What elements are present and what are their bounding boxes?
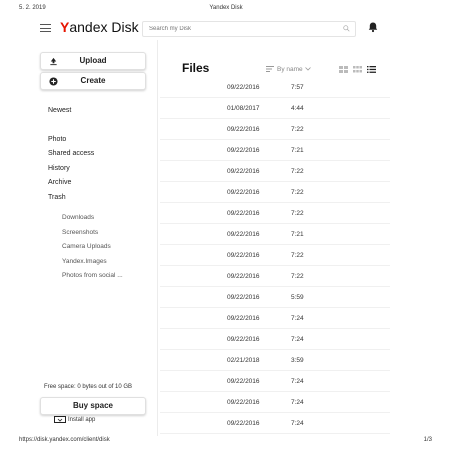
file-row[interactable]: 02/21/2018 3:59 — [160, 350, 390, 371]
file-date: 09/22/2016 — [227, 399, 260, 406]
install-app-link[interactable]: Install app — [54, 416, 95, 423]
folder-screenshots[interactable]: Screenshots — [62, 229, 98, 236]
nav-trash[interactable]: Trash — [48, 194, 66, 201]
file-date: 09/22/2016 — [227, 273, 260, 280]
hamburger-menu-icon[interactable] — [40, 24, 51, 32]
folder-photos-from-social[interactable]: Photos from social ... — [62, 272, 123, 279]
file-date: 09/22/2016 — [227, 189, 260, 196]
file-time: 7:22 — [291, 189, 304, 196]
file-row[interactable]: 09/22/2016 7:22 — [160, 203, 390, 224]
file-row[interactable]: 09/22/2016 7:21 — [160, 224, 390, 245]
upload-button[interactable]: Upload — [40, 52, 146, 70]
file-date: 09/22/2016 — [227, 378, 260, 385]
free-space-text: Free space: 0 bytes out of 10 GB — [44, 384, 133, 390]
large-tiles-view-icon[interactable] — [339, 66, 348, 73]
search-input[interactable] — [142, 21, 356, 37]
file-time: 7:22 — [291, 252, 304, 259]
nav-archive[interactable]: Archive — [48, 179, 71, 186]
file-time: 4:44 — [291, 105, 304, 112]
monitor-icon — [54, 416, 66, 423]
print-url: https://disk.yandex.com/client/disk — [19, 437, 110, 443]
chevron-down-icon — [304, 67, 311, 71]
file-row[interactable]: 09/22/2016 7:22 — [160, 266, 390, 287]
sort-icon — [266, 66, 274, 73]
buy-space-button[interactable]: Buy space — [40, 397, 146, 415]
create-button[interactable]: Create — [40, 72, 146, 90]
file-row[interactable]: 09/22/2016 7:21 — [160, 140, 390, 161]
file-date: 09/22/2016 — [227, 315, 260, 322]
file-date: 09/22/2016 — [227, 126, 260, 133]
file-date: 09/22/2016 — [227, 84, 260, 91]
file-list: 09/22/2016 7:57 01/08/2017 4:44 09/22/2016 7:… — [160, 77, 390, 434]
file-time: 7:57 — [291, 84, 304, 91]
file-row[interactable]: 09/22/2016 7:22 — [160, 245, 390, 266]
search-icon[interactable] — [343, 25, 350, 32]
file-row[interactable]: 09/22/2016 7:22 — [160, 182, 390, 203]
folder-downloads[interactable]: Downloads — [62, 214, 94, 221]
file-row[interactable]: 09/22/2016 7:24 — [160, 371, 390, 392]
file-date: 09/22/2016 — [227, 231, 260, 238]
file-row[interactable]: 09/22/2016 7:57 — [160, 77, 390, 98]
file-date: 01/08/2017 — [227, 105, 260, 112]
upload-icon — [50, 57, 57, 66]
sidebar: Upload Create Newest Photo Shared access… — [40, 50, 150, 430]
file-time: 3:59 — [291, 357, 304, 364]
file-time: 7:24 — [291, 378, 304, 385]
file-date: 09/22/2016 — [227, 252, 260, 259]
file-date: 09/22/2016 — [227, 336, 260, 343]
nav-photo[interactable]: Photo — [48, 136, 66, 143]
file-row[interactable]: 09/22/2016 7:22 — [160, 119, 390, 140]
page-title: Files — [182, 61, 210, 75]
file-time: 5:59 — [291, 294, 304, 301]
list-view-icon[interactable] — [367, 66, 376, 73]
print-footer: https://disk.yandex.com/client/disk 1/3 — [0, 437, 452, 447]
file-date: 09/22/2016 — [227, 210, 260, 217]
file-time: 7:24 — [291, 399, 304, 406]
folder-yandex-images[interactable]: Yandex.Images — [62, 258, 107, 265]
print-title: Yandex Disk — [209, 5, 243, 11]
plus-circle-icon — [49, 77, 58, 86]
top-bar: Yandex Disk — [30, 16, 390, 40]
nav-shared-access[interactable]: Shared access — [48, 150, 94, 157]
file-time: 7:24 — [291, 420, 304, 427]
file-date: 02/21/2018 — [227, 357, 260, 364]
file-time: 7:24 — [291, 336, 304, 343]
file-time: 7:22 — [291, 273, 304, 280]
bell-icon[interactable] — [367, 21, 379, 33]
folder-camera-uploads[interactable]: Camera Uploads — [62, 243, 111, 250]
file-row[interactable]: 09/22/2016 7:24 — [160, 308, 390, 329]
file-row[interactable]: 09/22/2016 5:59 — [160, 287, 390, 308]
yandex-disk-logo[interactable]: Yandex Disk — [60, 19, 139, 35]
file-date: 09/22/2016 — [227, 420, 260, 427]
sidebar-divider — [157, 40, 158, 436]
file-time: 7:22 — [291, 126, 304, 133]
print-page-number: 1/3 — [423, 437, 432, 443]
file-time: 7:21 — [291, 231, 304, 238]
file-date: 09/22/2016 — [227, 294, 260, 301]
file-time: 7:21 — [291, 147, 304, 154]
sort-dropdown[interactable]: By name — [266, 66, 311, 73]
file-time: 7:22 — [291, 210, 304, 217]
file-date: 09/22/2016 — [227, 147, 260, 154]
file-date: 09/22/2016 — [227, 168, 260, 175]
print-header: 5. 2. 2019 Yandex Disk — [0, 5, 452, 15]
file-row[interactable]: 09/22/2016 7:24 — [160, 329, 390, 350]
nav-newest[interactable]: Newest — [48, 107, 71, 114]
file-time: 7:22 — [291, 168, 304, 175]
small-tiles-view-icon[interactable] — [353, 66, 362, 73]
nav-history[interactable]: History — [48, 165, 70, 172]
file-row[interactable]: 09/22/2016 7:22 — [160, 161, 390, 182]
file-row[interactable]: 09/22/2016 7:24 — [160, 392, 390, 413]
file-time: 7:24 — [291, 315, 304, 322]
file-row[interactable]: 09/22/2016 7:24 — [160, 413, 390, 434]
file-row[interactable]: 01/08/2017 4:44 — [160, 98, 390, 119]
